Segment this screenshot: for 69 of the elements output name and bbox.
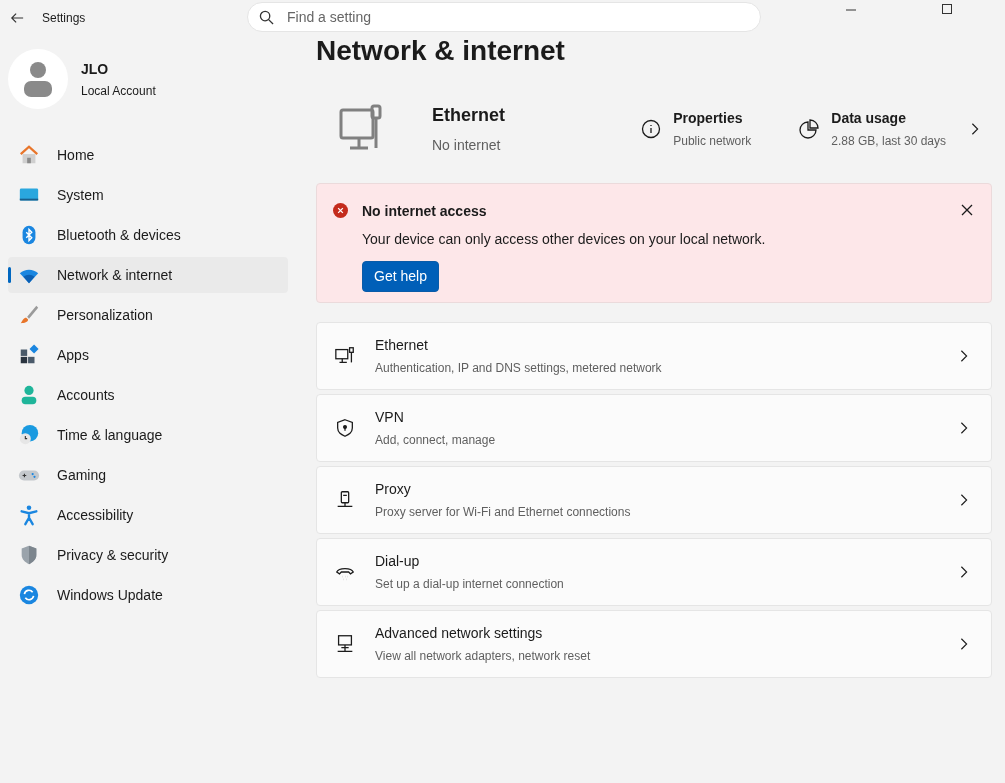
sidebar-label: Accessibility (57, 505, 134, 525)
paintbrush-icon (18, 304, 40, 326)
setting-title: Ethernet (375, 336, 429, 355)
pie-chart-icon (799, 119, 820, 139)
person-silhouette-icon (23, 61, 53, 97)
sidebar-item[interactable]: Home (8, 137, 288, 173)
setting-title: Advanced network settings (375, 624, 544, 643)
sidebar-item[interactable]: Privacy & security (8, 537, 288, 573)
setting-title: Dial-up (375, 552, 421, 571)
apps-icon (18, 344, 40, 366)
sidebar-item[interactable]: Bluetooth & devices (8, 217, 288, 253)
sidebar-item[interactable]: Apps (8, 337, 288, 373)
accessibility-icon (18, 504, 40, 526)
maximize-icon[interactable] (942, 4, 952, 14)
data-usage-value: 2.88 GB, last 30 days (831, 133, 946, 150)
account-name: JLO (81, 59, 110, 79)
error-icon (333, 203, 348, 218)
alert-message: Your device can only access other devices on your local network. (362, 230, 767, 249)
sidebar-label: Time & language (57, 425, 163, 445)
sidebar-item[interactable]: Time & language (8, 417, 288, 453)
shield-lock-icon (334, 417, 356, 439)
connection-name: Ethernet (432, 104, 505, 127)
connection-status: No internet (432, 136, 502, 155)
settings-card[interactable]: Proxy Proxy server for Wi-Fi and Ethernet connections (316, 466, 992, 534)
sidebar-item[interactable]: System (8, 177, 288, 213)
selection-indicator (8, 267, 11, 283)
sidebar-item[interactable]: Accounts (8, 377, 288, 413)
settings-card[interactable]: Advanced network settings View all network adapters, network reset (316, 610, 992, 678)
sidebar-label: Apps (57, 345, 89, 365)
sidebar-item[interactable]: Network & internet (8, 257, 288, 293)
data-usage-title[interactable]: Data usage (831, 108, 946, 129)
sidebar-label: Personalization (57, 305, 153, 325)
page-title: Network & internet (316, 34, 566, 68)
sidebar-label: System (57, 185, 104, 205)
properties-value: Public network (673, 133, 752, 150)
settings-card[interactable]: VPN Add, connect, manage (316, 394, 992, 462)
sidebar-label: Gaming (57, 465, 107, 485)
house-icon (18, 144, 40, 166)
setting-subtitle: Set up a dial-up internet connection (375, 576, 565, 593)
back-arrow-icon (10, 10, 24, 25)
sidebar-item[interactable]: Accessibility (8, 497, 288, 533)
sidebar-item[interactable]: Gaming (8, 457, 288, 493)
info-icon (641, 119, 662, 139)
search-field[interactable]: Find a setting (247, 2, 761, 32)
globe-clock-icon (18, 424, 40, 446)
setting-subtitle: Proxy server for Wi-Fi and Ethernet connections (375, 504, 632, 521)
close-icon[interactable] (961, 204, 973, 216)
refresh-icon (18, 584, 40, 606)
setting-subtitle: Authentication, IP and DNS settings, metered network (375, 360, 663, 377)
search-icon (259, 10, 274, 25)
sidebar-item[interactable]: Personalization (8, 297, 288, 333)
sidebar-label: Network & internet (57, 265, 173, 285)
account-type: Local Account (81, 82, 156, 100)
sidebar-label: Accounts (57, 385, 115, 405)
get-help-button[interactable]: Get help (362, 261, 439, 292)
setting-subtitle: Add, connect, manage (375, 432, 497, 449)
properties-title[interactable]: Properties (673, 108, 752, 129)
settings-card[interactable]: Dial-up Set up a dial-up internet connection (316, 538, 992, 606)
alert-title: No internet access (362, 202, 488, 221)
settings-card[interactable]: Ethernet Authentication, IP and DNS settings, metered network (316, 322, 992, 390)
sidebar-label: Bluetooth & devices (57, 225, 181, 245)
setting-subtitle: View all network adapters, network reset (375, 648, 592, 665)
sidebar-label: Privacy & security (57, 545, 169, 565)
sidebar-label: Windows Update (57, 585, 163, 605)
sidebar-item[interactable]: Windows Update (8, 577, 288, 613)
setting-title: Proxy (375, 480, 412, 499)
window-title: Settings (42, 9, 86, 27)
setting-title: VPN (375, 408, 405, 427)
sidebar-label: Home (57, 145, 95, 165)
